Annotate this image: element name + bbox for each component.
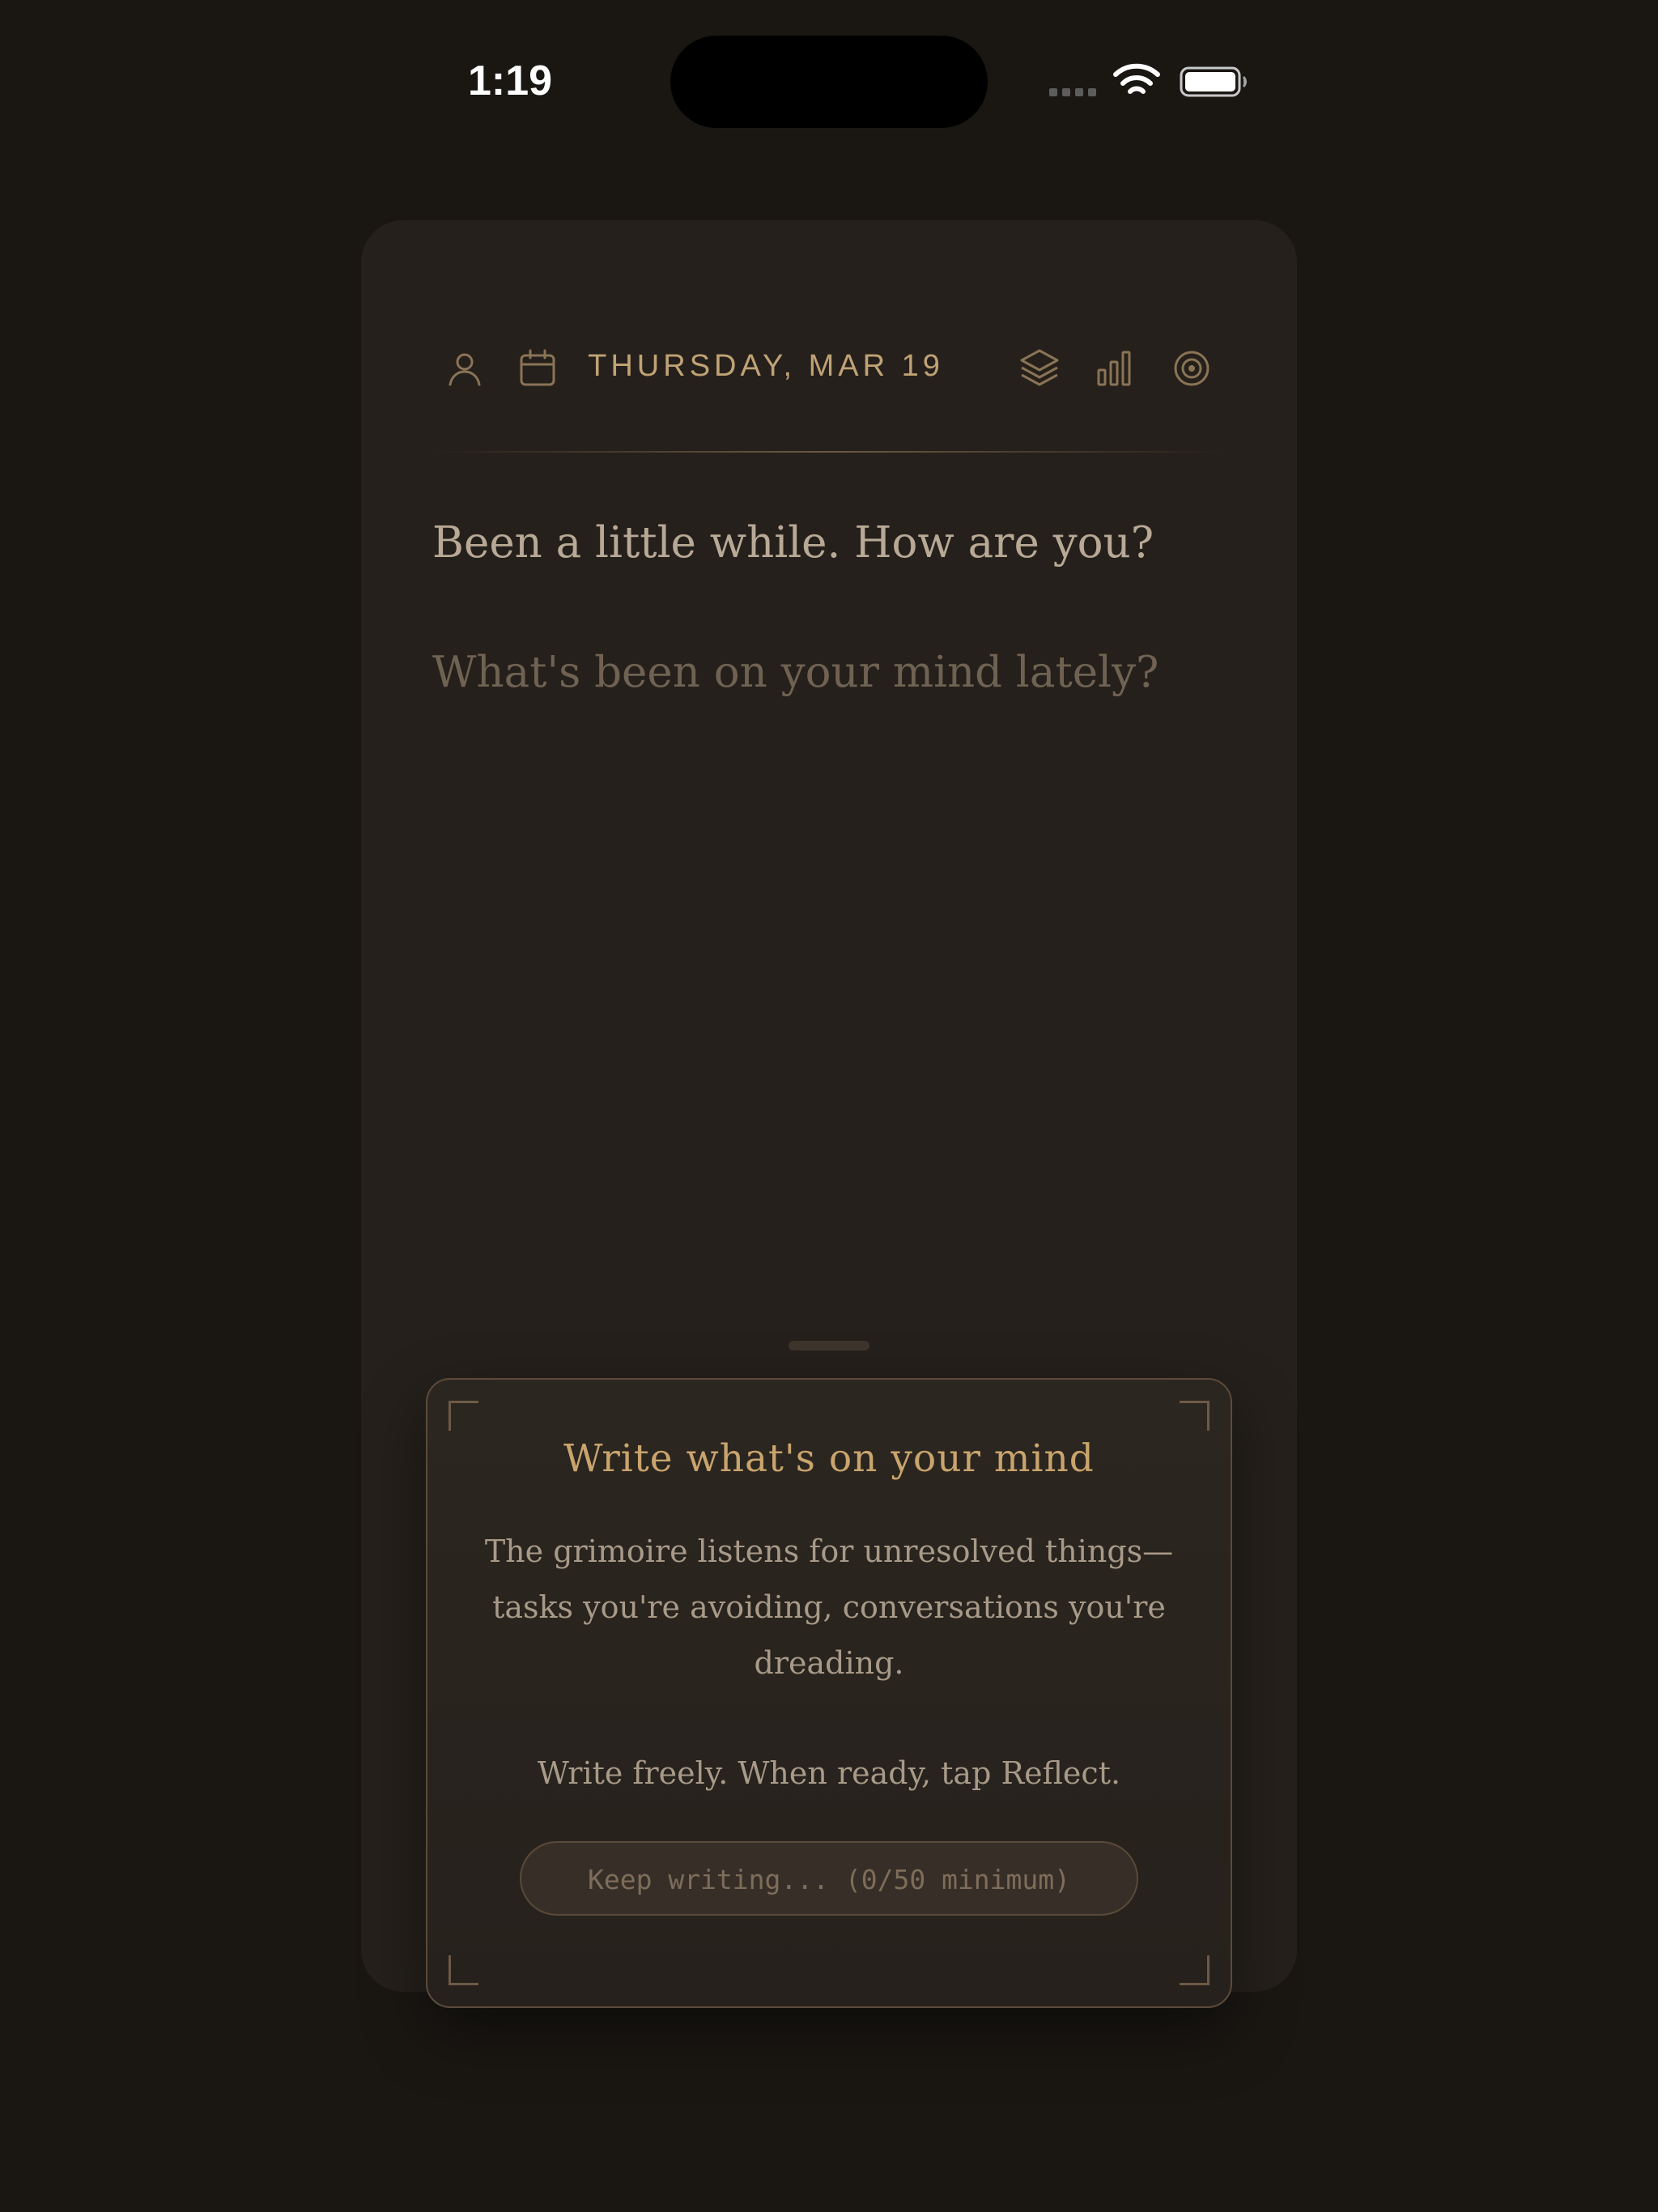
panel-title: Write what's on your mind	[563, 1436, 1095, 1481]
status-bar: 1:19	[0, 0, 1658, 162]
corner-ornament-top-right	[1180, 1401, 1209, 1431]
cellular-signal-icon	[1049, 88, 1096, 96]
layers-icon[interactable]	[1017, 346, 1062, 391]
greeting-prompt: Been a little while. How are you?	[432, 518, 1154, 568]
dynamic-island	[670, 36, 988, 128]
prompt-panel: Write what's on your mind The grimoire l…	[426, 1378, 1232, 2008]
battery-icon	[1180, 66, 1247, 97]
progress-label: Keep writing... (0/50 minimum)	[587, 1864, 1071, 1895]
header-divider	[434, 451, 1224, 453]
corner-ornament-top-left	[449, 1401, 478, 1431]
profile-icon[interactable]	[442, 346, 487, 391]
panel-description-line: tasks you're avoiding, conversations you…	[492, 1589, 1166, 1625]
target-icon[interactable]	[1169, 346, 1214, 391]
header: THURSDAY, MAR 19	[361, 346, 1297, 443]
corner-ornament-bottom-left	[449, 1955, 478, 1985]
calendar-icon[interactable]	[515, 346, 560, 391]
status-icons	[1049, 63, 1252, 102]
status-time: 1:19	[467, 57, 553, 104]
bar-chart-icon[interactable]	[1091, 346, 1137, 391]
panel-instruction: Write freely. When ready, tap Reflect.	[537, 1755, 1121, 1791]
panel-description-line: dreading.	[754, 1645, 904, 1681]
wifi-icon	[1113, 63, 1160, 94]
journal-entry-input[interactable]: What's been on your mind lately?	[432, 648, 1242, 697]
reflect-progress-button[interactable]: Keep writing... (0/50 minimum)	[520, 1841, 1138, 1916]
panel-description-line: The grimoire listens for unresolved thin…	[484, 1534, 1174, 1569]
panel-description: The grimoire listens for unresolved thin…	[476, 1524, 1182, 1691]
header-date[interactable]: THURSDAY, MAR 19	[580, 349, 952, 384]
corner-ornament-bottom-right	[1180, 1955, 1209, 1985]
drag-handle[interactable]	[789, 1341, 869, 1351]
